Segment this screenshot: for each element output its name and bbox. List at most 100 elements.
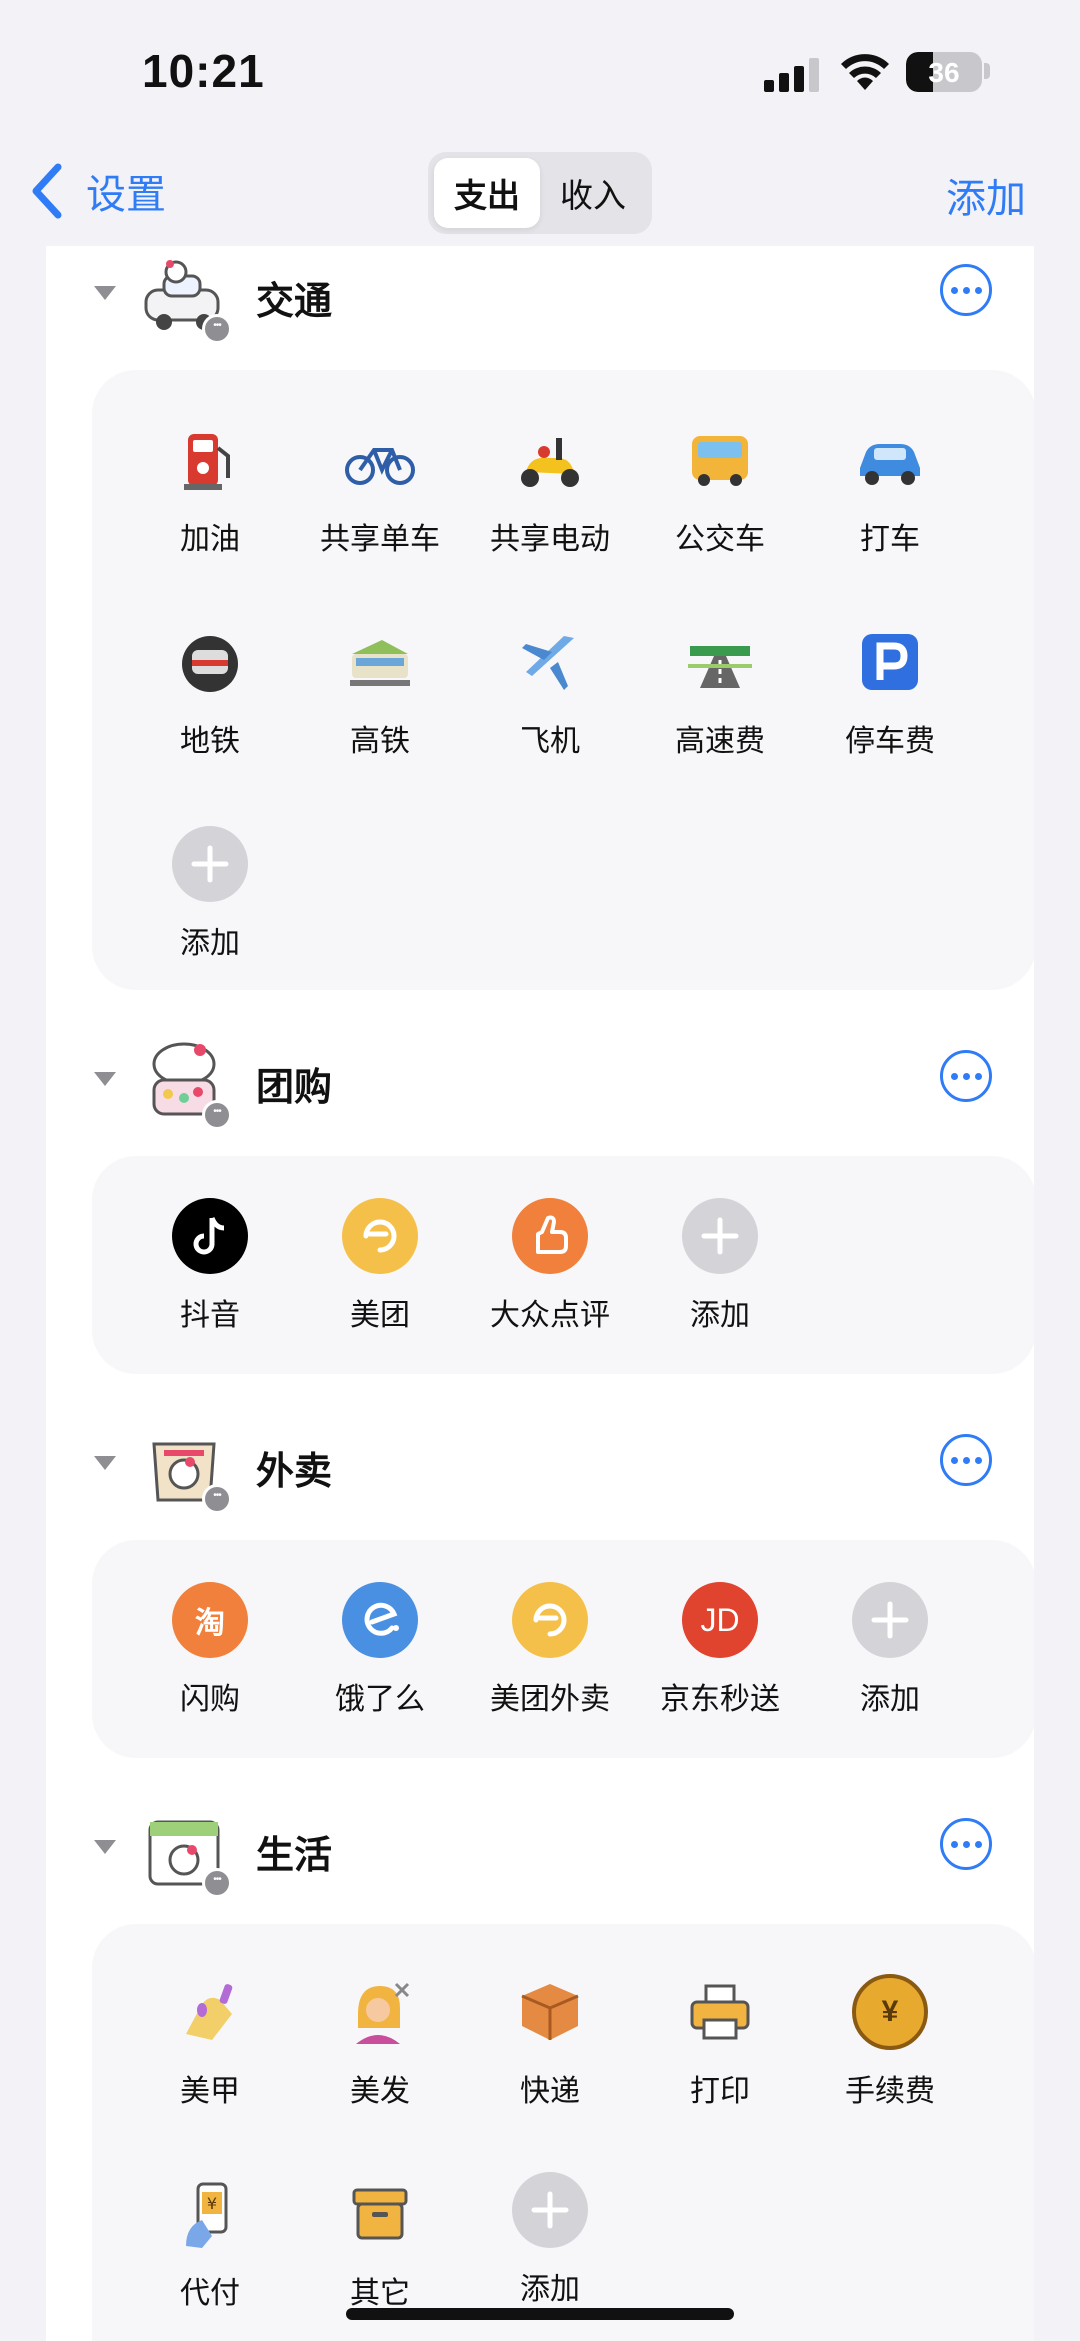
status-time: 10:21 bbox=[142, 45, 265, 97]
item-label: 共享电动 bbox=[490, 523, 610, 556]
item-fuel[interactable]: 加油 bbox=[125, 422, 295, 612]
item-label: 公交车 bbox=[675, 523, 765, 556]
category-title: 生活 bbox=[256, 1835, 333, 1877]
item-parking[interactable]: 停车费 bbox=[805, 624, 975, 814]
collapse-caret-icon[interactable] bbox=[94, 1072, 116, 1086]
item-label: 手续费 bbox=[845, 2075, 935, 2108]
item-highway-toll[interactable]: 高速费 bbox=[635, 624, 805, 814]
nail-polish-icon bbox=[172, 1974, 248, 2050]
item-shared-scooter[interactable]: 共享电动 bbox=[465, 422, 635, 612]
more-options-button[interactable] bbox=[940, 1050, 992, 1102]
more-options-button[interactable] bbox=[940, 1434, 992, 1486]
category-title: 团购 bbox=[256, 1067, 333, 1109]
item-eleme[interactable]: 饿了么 bbox=[295, 1582, 465, 1772]
item-label: 其它 bbox=[350, 2277, 410, 2310]
item-label: 飞机 bbox=[520, 725, 580, 758]
item-label: 添加 bbox=[860, 1683, 920, 1716]
home-indicator[interactable] bbox=[346, 2308, 734, 2320]
transport-category-icon bbox=[142, 254, 232, 344]
item-hair[interactable]: 美发 bbox=[295, 1974, 465, 2164]
box-icon bbox=[342, 2176, 418, 2252]
item-douyin[interactable]: 抖音 bbox=[125, 1198, 295, 1388]
category-header-takeout[interactable]: 外卖 bbox=[46, 1416, 1034, 1526]
collapse-caret-icon[interactable] bbox=[94, 1456, 116, 1470]
item-label: 加油 bbox=[180, 523, 240, 556]
item-meituan-takeout[interactable]: 美团外卖 bbox=[465, 1582, 635, 1772]
train-icon bbox=[342, 624, 418, 700]
douyin-icon bbox=[172, 1198, 248, 1274]
category-badge bbox=[202, 1100, 232, 1130]
item-label: 京东秒送 bbox=[660, 1683, 780, 1716]
category-title: 外卖 bbox=[256, 1451, 333, 1493]
category-card-takeout: 淘 闪购 饿了么 美团外卖 JD 京东秒送 添加 bbox=[92, 1540, 1034, 1758]
status-bar: 10:21 36 bbox=[0, 0, 1080, 140]
item-print[interactable]: 打印 bbox=[635, 1974, 805, 2164]
item-label: 高速费 bbox=[675, 725, 765, 758]
item-label: 停车费 bbox=[845, 725, 935, 758]
back-button[interactable]: 设置 bbox=[30, 162, 166, 220]
item-label: 添加 bbox=[180, 927, 240, 960]
category-header-life[interactable]: 生活 bbox=[46, 1800, 1034, 1910]
category-header-transport[interactable]: 交通 bbox=[46, 246, 1034, 356]
nav-bar: 设置 支出 收入 添加 bbox=[0, 140, 1080, 250]
item-metro[interactable]: 地铁 bbox=[125, 624, 295, 814]
car-icon bbox=[852, 422, 928, 498]
item-jd-express[interactable]: JD 京东秒送 bbox=[635, 1582, 805, 1772]
item-add[interactable]: 添加 bbox=[635, 1198, 805, 1388]
item-label: 饿了么 bbox=[335, 1683, 425, 1716]
fuel-pump-icon bbox=[172, 422, 248, 498]
item-bus[interactable]: 公交车 bbox=[635, 422, 805, 612]
package-icon bbox=[512, 1974, 588, 2050]
category-title: 交通 bbox=[256, 281, 333, 323]
item-label: 代付 bbox=[180, 2277, 240, 2310]
item-add[interactable]: 添加 bbox=[805, 1582, 975, 1772]
group-buy-category-icon bbox=[142, 1040, 232, 1130]
item-flash-buy[interactable]: 淘 闪购 bbox=[125, 1582, 295, 1772]
item-label: 共享单车 bbox=[320, 523, 440, 556]
tab-income[interactable]: 收入 bbox=[540, 158, 646, 228]
category-header-group-buy[interactable]: 团购 bbox=[46, 1032, 1034, 1142]
item-airplane[interactable]: 飞机 bbox=[465, 624, 635, 814]
plus-icon bbox=[682, 1198, 758, 1274]
collapse-caret-icon[interactable] bbox=[94, 1840, 116, 1854]
item-delivery[interactable]: 快递 bbox=[465, 1974, 635, 2164]
category-card-life: 美甲 美发 快递 打印 ¥ 手续费 ¥ 代付 其它 添加 bbox=[92, 1924, 1034, 2341]
category-badge bbox=[202, 1868, 232, 1898]
back-label: 设置 bbox=[86, 173, 166, 217]
item-shared-bike[interactable]: 共享单车 bbox=[295, 422, 465, 612]
item-label: 添加 bbox=[520, 2273, 580, 2306]
item-meituan[interactable]: 美团 bbox=[295, 1198, 465, 1388]
item-taxi[interactable]: 打车 bbox=[805, 422, 975, 612]
item-label: 美团外卖 bbox=[490, 1683, 610, 1716]
haircut-icon bbox=[342, 1974, 418, 2050]
battery-icon: 36 bbox=[906, 52, 982, 92]
item-dianping[interactable]: 大众点评 bbox=[465, 1198, 635, 1388]
tab-expense[interactable]: 支出 bbox=[434, 158, 540, 228]
item-label: 闪购 bbox=[180, 1683, 240, 1716]
more-options-button[interactable] bbox=[940, 1818, 992, 1870]
category-list: 交通 加油 共享单车 共享电动 公交车 bbox=[46, 246, 1034, 2341]
item-label: 大众点评 bbox=[490, 1299, 610, 1332]
plus-icon bbox=[512, 2172, 588, 2248]
item-proxy-pay[interactable]: ¥ 代付 bbox=[125, 2176, 295, 2341]
segmented-control: 支出 收入 bbox=[428, 152, 652, 234]
category-card-group-buy: 抖音 美团 大众点评 添加 bbox=[92, 1156, 1034, 1374]
bicycle-icon bbox=[342, 422, 418, 498]
parking-icon bbox=[852, 624, 928, 700]
collapse-caret-icon[interactable] bbox=[94, 286, 116, 300]
jd-icon: JD bbox=[682, 1582, 758, 1658]
takeout-category-icon bbox=[142, 1424, 232, 1514]
chevron-left-icon bbox=[32, 163, 62, 219]
plus-icon bbox=[172, 826, 248, 902]
add-button[interactable]: 添加 bbox=[946, 166, 1026, 224]
phone-pay-icon: ¥ bbox=[172, 2176, 248, 2252]
item-add[interactable]: 添加 bbox=[125, 826, 295, 1016]
printer-icon bbox=[682, 1974, 758, 2050]
scooter-icon bbox=[512, 422, 588, 498]
more-options-button[interactable] bbox=[940, 264, 992, 316]
item-high-speed-rail[interactable]: 高铁 bbox=[295, 624, 465, 814]
item-nails[interactable]: 美甲 bbox=[125, 1974, 295, 2164]
taobao-icon: 淘 bbox=[172, 1582, 248, 1658]
plus-icon bbox=[852, 1582, 928, 1658]
item-fee[interactable]: ¥ 手续费 bbox=[805, 1974, 975, 2164]
